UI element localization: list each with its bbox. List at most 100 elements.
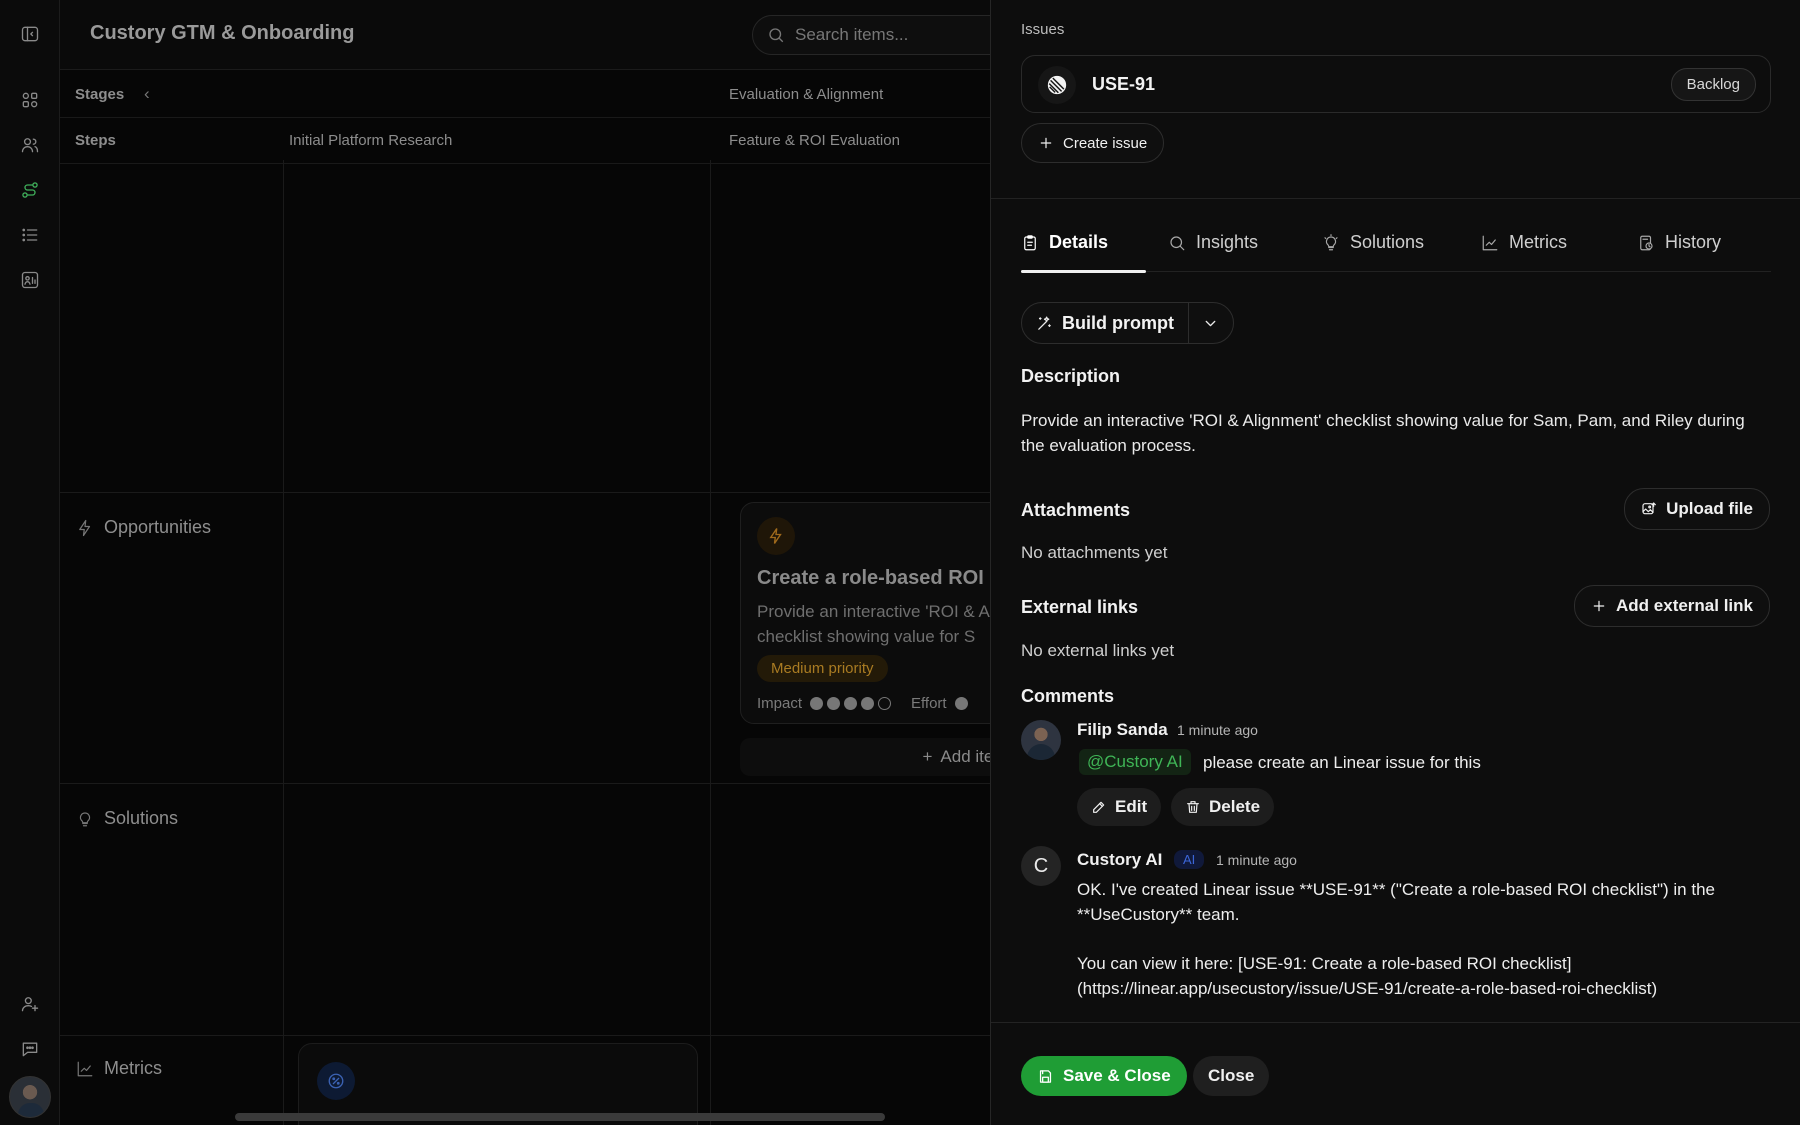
section-title: Metrics (104, 1058, 162, 1078)
opportunity-card[interactable]: Create a role-based ROI c Provide an int… (740, 502, 990, 724)
tab-history[interactable]: History (1637, 232, 1721, 253)
impact-rating (810, 697, 892, 710)
card-meta: Impact Effort (757, 695, 968, 712)
close-button[interactable]: Close (1193, 1056, 1270, 1096)
chevron-down-icon (1206, 320, 1216, 326)
app-title: Custory GTM & Onboarding (90, 22, 355, 44)
section-title: Opportunities (104, 517, 212, 537)
impact-dot (878, 697, 892, 710)
percent-icon (328, 1073, 344, 1089)
external-links-heading: External links (1021, 597, 1139, 617)
attachments-heading: Attachments (1021, 500, 1131, 520)
build-prompt-button[interactable]: Build prompt (1022, 303, 1189, 343)
plus-icon: + (922, 747, 933, 766)
lightning-icon (79, 519, 91, 536)
comment-text-line: **UseCustory** team. (1077, 905, 1240, 924)
card-title: Create a role-based ROI c (757, 567, 990, 589)
divider (991, 198, 1800, 199)
comment-time: 1 minute ago (1216, 852, 1297, 868)
panel-footer: Save & Close Close (991, 1022, 1800, 1125)
add-external-link-button[interactable]: Add external link (1574, 585, 1770, 627)
issue-status-badge: Backlog (1670, 68, 1756, 101)
chevron-left-icon[interactable]: ‹ (144, 84, 150, 104)
no-attachments-text: No attachments yet (1021, 543, 1168, 562)
edit-comment-button[interactable]: Edit (1077, 788, 1162, 826)
impact-dot (827, 697, 841, 710)
no-external-links-text: No external links yet (1021, 641, 1175, 660)
build-prompt-split-button: Build prompt (1021, 302, 1234, 344)
linked-issue[interactable]: USE-91 Backlog (1021, 55, 1771, 113)
plus-icon (1593, 600, 1605, 612)
save-icon (1039, 1069, 1052, 1083)
issues-label: Issues (1021, 21, 1065, 38)
create-issue-button[interactable]: Create issue (1021, 123, 1165, 163)
users-icon[interactable] (18, 133, 42, 157)
feedback-icon[interactable] (18, 1037, 42, 1061)
upload-file-button[interactable]: Upload file (1624, 488, 1770, 530)
clipboard-icon (1024, 234, 1036, 250)
tab-insights[interactable]: Insights (1168, 232, 1258, 253)
ai-badge: AI (1174, 850, 1205, 869)
comment-text-line: OK. I've created Linear issue **USE-91**… (1077, 880, 1715, 899)
horizontal-scrollbar[interactable] (235, 1113, 885, 1121)
impact-dot (844, 697, 858, 710)
lightbulb-icon (1324, 233, 1338, 250)
effort-label: Effort (911, 695, 947, 712)
tab-solutions[interactable]: Solutions (1322, 232, 1424, 253)
impact-dot (810, 697, 824, 710)
save-and-close-button[interactable]: Save & Close (1021, 1056, 1187, 1096)
avatar: C (1021, 846, 1061, 886)
mention-tag[interactable]: @Custory AI (1079, 749, 1191, 775)
issue-key: USE-91 (1092, 74, 1156, 94)
effort-dot (954, 697, 968, 710)
comment-text: please create an Linear issue for this (1203, 753, 1481, 772)
search-input[interactable] (795, 25, 990, 45)
stages-label: Stages (75, 86, 125, 103)
delete-comment-button[interactable]: Delete (1171, 788, 1275, 826)
comments-heading: Comments (1021, 686, 1115, 706)
sidebar-toggle-icon[interactable] (18, 22, 42, 46)
tab-details[interactable]: Details (1021, 232, 1108, 253)
magic-wand-icon (1038, 315, 1051, 330)
section-solutions: Solutions (60, 783, 990, 1035)
trash-icon (1187, 801, 1199, 813)
stage-evaluation-alignment: Evaluation & Alignment (729, 86, 884, 103)
analytics-icon[interactable] (18, 268, 42, 292)
build-prompt-dropdown[interactable] (1189, 303, 1233, 343)
stages-row: Stages ‹ Evaluation & Alignment (60, 72, 990, 118)
history-icon (1640, 235, 1653, 250)
add-item-button[interactable]: + Add item (740, 738, 990, 776)
comment-text-line: You can view it here: [USE-91: Create a … (1077, 954, 1572, 973)
detail-panel: Issues USE-91 Backlog Create issue Detai… (990, 0, 1800, 1125)
search-box[interactable] (752, 15, 990, 55)
journey-board: Custory GTM & Onboarding Stages ‹ Evalua… (60, 0, 990, 1125)
user-avatar[interactable] (9, 1076, 51, 1118)
comment-time: 1 minute ago (1177, 722, 1258, 738)
top-bar: Custory GTM & Onboarding (60, 0, 990, 70)
dashboard-icon[interactable] (18, 88, 42, 112)
step-feature-roi-evaluation: Feature & ROI Evaluation (729, 132, 900, 149)
image-upload-icon (1642, 502, 1657, 515)
panel-tabs: Details Insights Solutions Metrics Histo… (1021, 222, 1771, 273)
active-tab-indicator (1021, 270, 1146, 273)
card-description: Provide an interactive 'ROI & A checklis… (757, 602, 990, 646)
pencil-icon (1093, 801, 1105, 813)
search-icon (1170, 235, 1185, 250)
lightbulb-icon (79, 811, 91, 826)
journey-icon[interactable] (18, 178, 42, 202)
comment-author: Filip Sanda (1077, 720, 1168, 739)
impact-label: Impact (757, 695, 803, 712)
lightning-icon (769, 528, 782, 544)
priority-badge: Medium priority (757, 655, 888, 682)
add-user-icon[interactable] (18, 992, 42, 1016)
tab-metrics[interactable]: Metrics (1481, 232, 1567, 253)
plus-icon (1040, 137, 1052, 149)
steps-label: Steps (75, 132, 116, 149)
steps-row: Steps Initial Platform Research Feature … (60, 118, 990, 164)
comment-author: Custory AI (1077, 850, 1163, 869)
description-text: Provide an interactive 'ROI & Alignment'… (1021, 411, 1745, 455)
description-heading: Description (1021, 366, 1121, 386)
comment-link[interactable]: (https://linear.app/usecustory/issue/USE… (1077, 979, 1657, 999)
list-icon[interactable] (18, 223, 42, 247)
search-icon (769, 28, 784, 43)
